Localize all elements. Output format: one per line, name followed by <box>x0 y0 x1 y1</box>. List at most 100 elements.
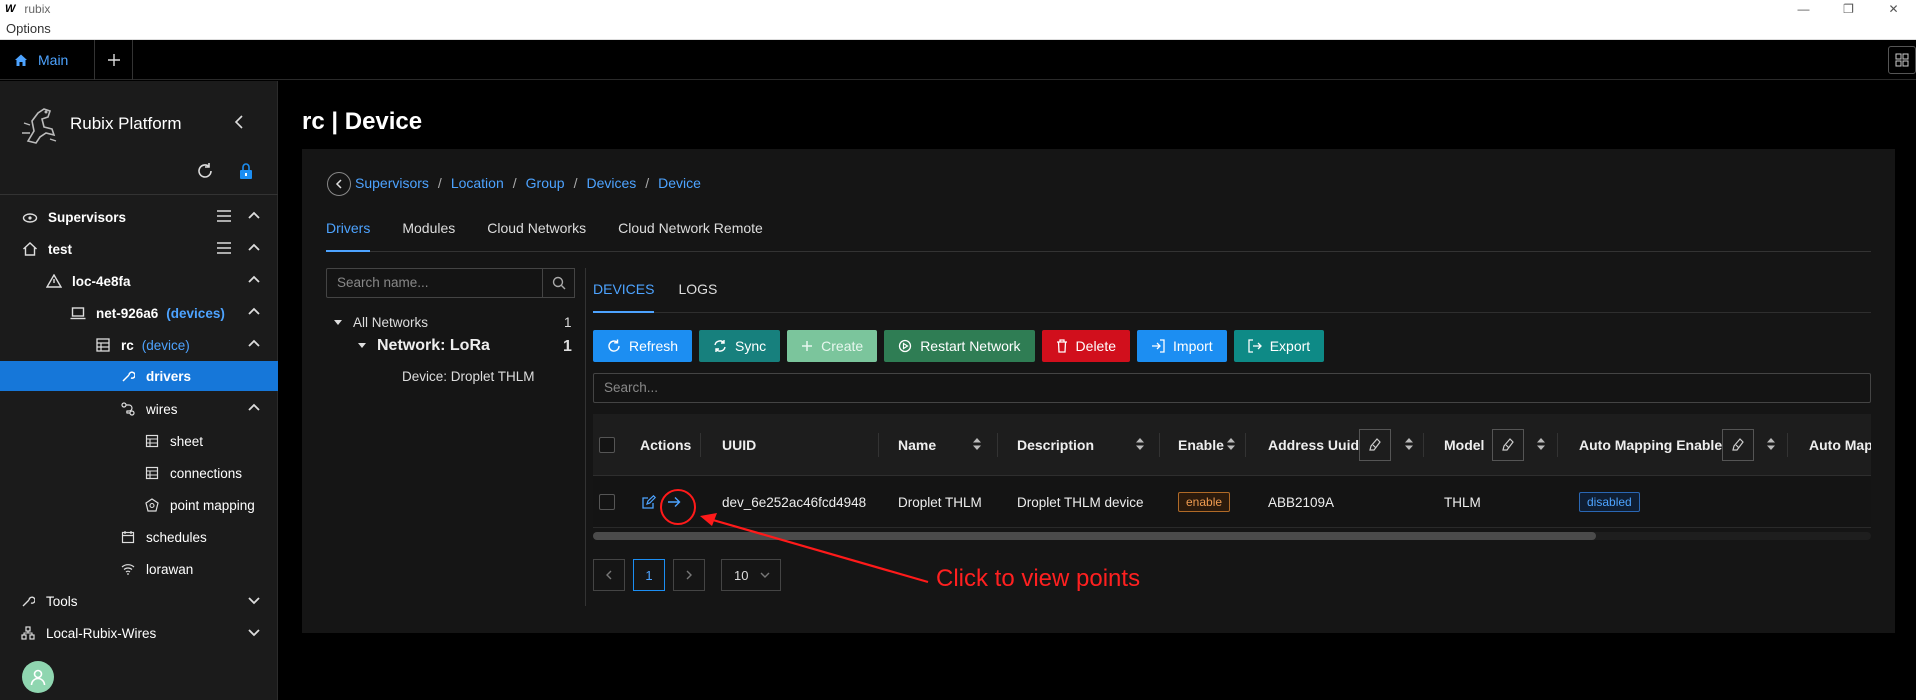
row-checkbox[interactable] <box>599 476 615 528</box>
wifi-icon <box>120 561 136 577</box>
tree-all-networks[interactable]: All Networks <box>334 315 428 330</box>
select-all-checkbox[interactable] <box>599 414 615 476</box>
export-button[interactable]: Export <box>1233 330 1325 362</box>
chevron-down-icon[interactable] <box>248 595 260 605</box>
device-search-input[interactable]: Search... <box>593 373 1871 403</box>
breadcrumb-separator: / <box>645 175 650 191</box>
avatar[interactable] <box>22 661 54 693</box>
col-auto-mapping-enable[interactable]: Auto Mapping Enable <box>1579 414 1722 476</box>
delete-button[interactable]: Delete <box>1041 330 1131 362</box>
sidebar-item-lorawan[interactable]: lorawan <box>0 553 278 585</box>
chevron-up-icon[interactable] <box>248 275 260 285</box>
menu-icon[interactable] <box>217 210 231 222</box>
sidebar-item-wires[interactable]: wires <box>0 393 278 425</box>
sidebar-item-sheet[interactable]: sheet <box>0 425 278 457</box>
cloud-icon <box>22 209 38 225</box>
chevron-up-icon[interactable] <box>248 307 260 317</box>
import-icon <box>1152 339 1165 353</box>
lock-icon[interactable] <box>238 162 254 180</box>
sidebar-item-tag: (device) <box>141 337 190 353</box>
menu-options[interactable]: Options <box>6 21 51 36</box>
home-icon <box>15 54 27 66</box>
back-button[interactable] <box>327 172 351 196</box>
sidebar-item-drivers[interactable]: drivers <box>0 361 278 391</box>
chevron-left-icon <box>606 570 612 580</box>
restart-network-button[interactable]: Restart Network <box>884 330 1035 362</box>
breadcrumb-location[interactable]: Location <box>451 175 504 191</box>
tree-device-droplet[interactable]: Device: Droplet THLM <box>402 369 535 384</box>
tab-logs[interactable]: LOGS <box>678 267 717 313</box>
breadcrumb-devices[interactable]: Devices <box>586 175 636 191</box>
chevron-up-icon[interactable] <box>248 211 260 221</box>
home-icon <box>22 241 38 257</box>
sidebar-item-supervisors[interactable]: Supervisors <box>0 201 278 233</box>
chevron-right-icon <box>686 570 692 580</box>
tab-main[interactable]: Main <box>0 40 95 80</box>
col-uuid[interactable]: UUID <box>722 414 756 476</box>
prev-page-button[interactable] <box>593 559 625 591</box>
sidebar-item-label: drivers <box>146 368 192 384</box>
add-tab-button[interactable] <box>96 40 133 80</box>
sidebar-item-location[interactable]: loc-4e8fa <box>0 265 278 297</box>
breadcrumb-supervisors[interactable]: Supervisors <box>355 175 429 191</box>
col-address-uuid[interactable]: Address Uuid <box>1268 414 1359 476</box>
col-description[interactable]: Description <box>1017 414 1094 476</box>
scrollbar-thumb[interactable] <box>593 532 1597 540</box>
sidebar-item-label: lorawan <box>146 561 194 577</box>
cell-name: Droplet THLM <box>898 494 982 510</box>
chevron-down-icon[interactable] <box>248 627 260 637</box>
col-divider <box>997 433 998 457</box>
tab-cloud-network-remote[interactable]: Cloud Network Remote <box>618 204 763 252</box>
collapse-sidebar-button[interactable] <box>232 115 246 129</box>
col-model[interactable]: Model <box>1444 414 1484 476</box>
tab-modules[interactable]: Modules <box>402 204 455 252</box>
layout-toggle-button[interactable] <box>1888 46 1916 74</box>
breadcrumb-group[interactable]: Group <box>526 175 565 191</box>
horizontal-scrollbar[interactable] <box>593 532 1871 540</box>
col-enable[interactable]: Enable <box>1178 414 1224 476</box>
brand-name: Rubix Platform <box>70 114 182 133</box>
menu-icon[interactable] <box>217 242 231 254</box>
edit-icon[interactable] <box>642 476 656 528</box>
sidebar-item-test[interactable]: test <box>0 233 278 265</box>
tab-devices[interactable]: DEVICES <box>593 267 655 313</box>
network-search-input[interactable]: Search name... <box>326 268 543 298</box>
refresh-button[interactable]: Refresh <box>593 330 693 362</box>
status-badge: enable <box>1178 492 1231 512</box>
close-icon[interactable]: ✕ <box>1871 0 1916 18</box>
tree-network-lora[interactable]: Network: LoRa <box>358 337 490 355</box>
breadcrumb-separator: / <box>512 175 517 191</box>
create-button[interactable]: Create <box>787 330 878 362</box>
sidebar-item-point-mapping[interactable]: point mapping <box>0 489 278 521</box>
sync-button[interactable]: Sync <box>699 330 781 362</box>
panel-divider <box>585 268 586 606</box>
page-size-select[interactable]: 10 <box>721 559 781 591</box>
sidebar-item-tools[interactable]: Tools <box>0 585 278 617</box>
refresh-icon[interactable] <box>196 162 214 180</box>
import-button[interactable]: Import <box>1137 330 1227 362</box>
sidebar-item-network[interactable]: net-926a6 (devices) <box>0 297 278 329</box>
restore-icon[interactable]: ❐ <box>1826 0 1871 18</box>
tab-drivers[interactable]: Drivers <box>326 204 371 252</box>
chevron-up-icon[interactable] <box>248 243 260 253</box>
sidebar-item-schedules[interactable]: schedules <box>0 521 278 553</box>
breadcrumb-device[interactable]: Device <box>658 175 701 191</box>
minimize-icon[interactable]: — <box>1781 0 1826 18</box>
table-row[interactable]: dev_6e252ac46fcd4948 Droplet THLM Drople… <box>593 476 1871 528</box>
tab-cloud-networks[interactable]: Cloud Networks <box>487 204 586 252</box>
chevron-up-icon[interactable] <box>248 403 260 413</box>
device-subtabs: DEVICES LOGS <box>593 267 1871 313</box>
sidebar-item-device[interactable]: rc (device) <box>0 329 278 361</box>
chevron-up-icon[interactable] <box>248 339 260 349</box>
col-divider <box>1787 433 1788 457</box>
sidebar-item-local-rubix-wires[interactable]: Local-Rubix-Wires <box>0 617 278 649</box>
next-page-button[interactable] <box>673 559 705 591</box>
breadcrumb: Supervisors / Location / Group / Devices… <box>355 175 701 191</box>
col-auto-map[interactable]: Auto Map <box>1809 414 1871 476</box>
sidebar-item-connections[interactable]: connections <box>0 457 278 489</box>
page-number[interactable]: 1 <box>633 559 665 591</box>
network-search-button[interactable] <box>543 268 575 298</box>
point-mapping-icon <box>144 497 160 513</box>
col-name[interactable]: Name <box>898 414 936 476</box>
sidebar-item-label: loc-4e8fa <box>72 273 131 289</box>
